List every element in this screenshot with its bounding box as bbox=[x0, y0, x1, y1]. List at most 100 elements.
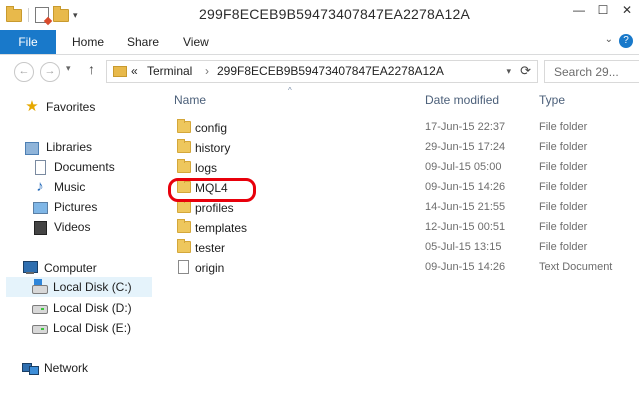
tab-view[interactable]: View bbox=[183, 30, 209, 54]
window-title: 299F8ECEB9B59473407847EA2278A12A bbox=[199, 6, 471, 22]
column-header-name[interactable]: Name bbox=[174, 87, 206, 113]
file-row-tester[interactable]: tester 05-Jul-15 13:15 File folder bbox=[168, 238, 639, 258]
file-date: 12-Jun-15 00:51 bbox=[425, 221, 506, 233]
nav-documents[interactable]: Documents bbox=[32, 157, 115, 177]
file-type: File folder bbox=[539, 161, 588, 173]
back-button[interactable]: ← bbox=[14, 62, 34, 82]
drive-icon bbox=[31, 320, 48, 336]
forward-button[interactable]: → bbox=[40, 62, 60, 82]
system-drive-icon bbox=[31, 279, 48, 295]
nav-drive-c[interactable]: Local Disk (C:) bbox=[6, 277, 152, 297]
file-name: origin bbox=[195, 261, 225, 275]
drive-icon bbox=[31, 300, 48, 316]
file-row-profiles[interactable]: profiles 14-Jun-15 21:55 File folder bbox=[168, 198, 639, 218]
properties-icon[interactable] bbox=[35, 7, 49, 23]
file-type: File folder bbox=[539, 221, 588, 233]
nav-drive-d-label: Local Disk (D:) bbox=[53, 301, 132, 315]
nav-drive-c-label: Local Disk (C:) bbox=[53, 280, 132, 294]
file-type: File folder bbox=[539, 201, 588, 213]
file-type: File folder bbox=[539, 141, 588, 153]
documents-icon bbox=[32, 159, 48, 175]
maximize-button[interactable]: ☐ bbox=[591, 0, 615, 22]
library-icon bbox=[24, 139, 40, 155]
file-name: MQL4 bbox=[195, 181, 228, 195]
file-date: 17-Jun-15 22:37 bbox=[425, 121, 506, 133]
address-field[interactable]: « Terminal › 299F8ECEB9B59473407847EA227… bbox=[106, 60, 538, 83]
nav-computer-label: Computer bbox=[44, 261, 97, 275]
folder-icon bbox=[177, 159, 191, 173]
file-name: templates bbox=[195, 221, 248, 235]
breadcrumb-overflow[interactable]: « bbox=[131, 64, 138, 78]
file-date: 09-Jun-15 14:26 bbox=[425, 181, 506, 193]
up-button[interactable]: ↑ bbox=[88, 61, 95, 77]
tab-home[interactable]: Home bbox=[72, 30, 104, 54]
network-icon bbox=[22, 360, 39, 376]
toolbar-divider bbox=[28, 8, 29, 22]
nav-pictures[interactable]: Pictures bbox=[32, 197, 97, 217]
star-icon: ★ bbox=[25, 98, 39, 115]
nav-network[interactable]: Network bbox=[22, 358, 88, 378]
new-folder-icon[interactable] bbox=[53, 5, 69, 22]
folder-icon bbox=[177, 219, 191, 233]
breadcrumb-current-folder[interactable]: 299F8ECEB9B59473407847EA2278A12A bbox=[217, 64, 444, 78]
search-input[interactable]: Search 29... bbox=[544, 60, 639, 83]
file-type: File folder bbox=[539, 241, 588, 253]
file-type: Text Document bbox=[539, 261, 613, 273]
title-bar: ▾ 299F8ECEB9B59473407847EA2278A12A — ☐ ✕ bbox=[0, 0, 639, 30]
folder-icon bbox=[177, 199, 191, 213]
file-row-config[interactable]: config 17-Jun-15 22:37 File folder bbox=[168, 118, 639, 138]
file-name: config bbox=[195, 121, 228, 135]
folder-icon bbox=[177, 239, 191, 253]
nav-music[interactable]: ♪ Music bbox=[32, 177, 85, 197]
address-history-chevron-icon[interactable]: ▾ bbox=[506, 66, 511, 77]
music-icon: ♪ bbox=[36, 178, 44, 195]
folder-icon bbox=[177, 139, 191, 153]
breadcrumb-terminal[interactable]: Terminal bbox=[147, 64, 192, 78]
tab-file[interactable]: File bbox=[0, 30, 56, 54]
file-row-history[interactable]: history 29-Jun-15 17:24 File folder bbox=[168, 138, 639, 158]
tab-share[interactable]: Share bbox=[127, 30, 159, 54]
ribbon-tabs: File Home Share View ⌄ ? bbox=[0, 30, 639, 55]
file-row-templates[interactable]: templates 12-Jun-15 00:51 File folder bbox=[168, 218, 639, 238]
folder-icon bbox=[177, 119, 191, 133]
nav-videos[interactable]: Videos bbox=[32, 217, 90, 237]
file-name: logs bbox=[195, 161, 218, 175]
nav-drive-e[interactable]: Local Disk (E:) bbox=[31, 318, 131, 338]
file-row-origin[interactable]: origin 09-Jun-15 14:26 Text Document bbox=[168, 258, 639, 278]
column-header-date-modified[interactable]: Date modified bbox=[425, 87, 499, 113]
help-icon[interactable]: ? bbox=[619, 34, 633, 48]
file-type: File folder bbox=[539, 121, 588, 133]
customize-toolbar-chevron-icon[interactable]: ▾ bbox=[73, 10, 78, 21]
nav-videos-label: Videos bbox=[54, 220, 91, 234]
folder-icon bbox=[113, 66, 127, 77]
nav-favorites[interactable]: ★ Favorites bbox=[24, 97, 95, 117]
file-name: tester bbox=[195, 241, 226, 255]
file-name: profiles bbox=[195, 201, 234, 215]
nav-music-label: Music bbox=[54, 180, 86, 194]
breadcrumb-separator-icon[interactable]: › bbox=[205, 64, 209, 78]
column-header-type[interactable]: Type bbox=[539, 87, 565, 113]
file-name: history bbox=[195, 141, 231, 155]
window-controls: — ☐ ✕ bbox=[567, 0, 639, 22]
nav-network-label: Network bbox=[44, 361, 89, 375]
text-file-icon bbox=[178, 260, 189, 274]
file-date: 29-Jun-15 17:24 bbox=[425, 141, 506, 153]
file-row-mql4[interactable]: MQL4 09-Jun-15 14:26 File folder bbox=[168, 178, 639, 198]
nav-drive-d[interactable]: Local Disk (D:) bbox=[31, 298, 132, 318]
close-button[interactable]: ✕ bbox=[615, 0, 639, 22]
nav-computer[interactable]: Computer bbox=[22, 258, 97, 278]
folder-icon[interactable] bbox=[6, 5, 22, 22]
nav-libraries[interactable]: Libraries bbox=[24, 137, 92, 157]
minimize-button[interactable]: — bbox=[567, 0, 591, 22]
expand-ribbon-chevron-icon[interactable]: ⌄ bbox=[605, 34, 613, 45]
file-row-logs[interactable]: logs 09-Jul-15 05:00 File folder bbox=[168, 158, 639, 178]
recent-locations-chevron-icon[interactable]: ▾ bbox=[66, 63, 71, 74]
sort-ascending-icon: ^ bbox=[288, 86, 292, 95]
refresh-icon[interactable]: ⟳ bbox=[520, 63, 531, 79]
file-date: 09-Jun-15 14:26 bbox=[425, 261, 506, 273]
file-date: 05-Jul-15 13:15 bbox=[425, 241, 502, 253]
nav-favorites-label: Favorites bbox=[46, 100, 96, 114]
computer-icon bbox=[22, 260, 38, 276]
nav-drive-e-label: Local Disk (E:) bbox=[53, 321, 132, 335]
folder-icon bbox=[177, 179, 191, 193]
